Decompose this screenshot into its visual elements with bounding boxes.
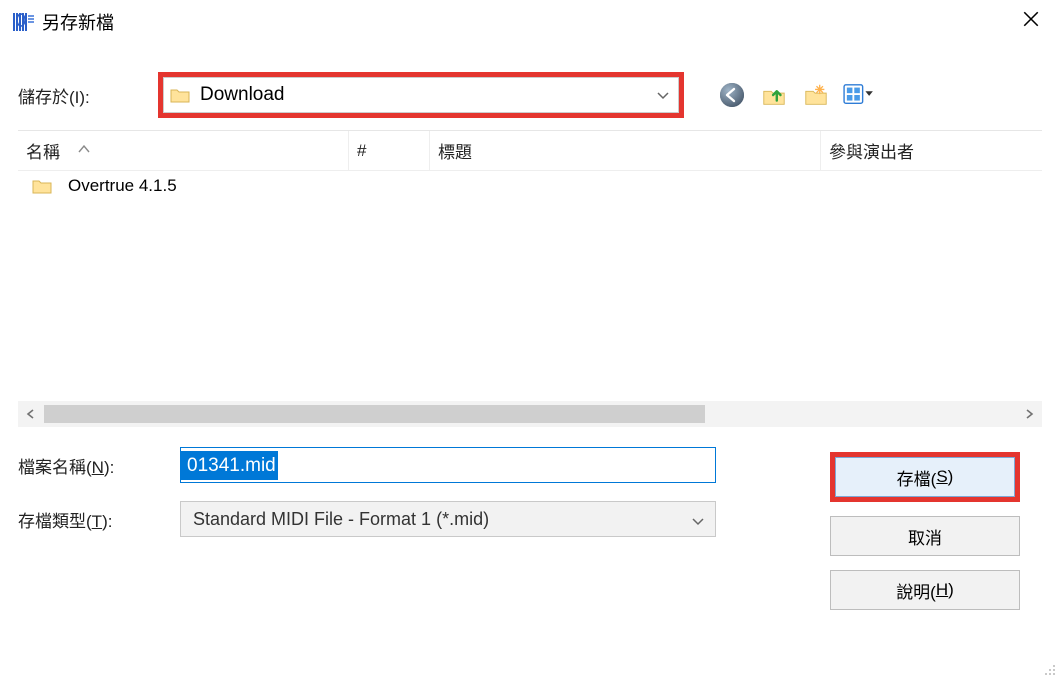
- column-artist[interactable]: 參與演出者: [821, 138, 1042, 163]
- resize-grip-icon[interactable]: [1040, 660, 1056, 676]
- column-number-label: #: [357, 141, 366, 160]
- list-body[interactable]: Overtrue 4.1.5: [18, 171, 1042, 401]
- folder-icon: [32, 178, 52, 194]
- column-name[interactable]: 名稱: [18, 138, 348, 163]
- filename-input[interactable]: 01341.mid: [180, 447, 716, 483]
- save-button-highlight: 存檔(S): [830, 452, 1020, 502]
- up-one-level-button[interactable]: [758, 79, 790, 111]
- filetype-label: 存檔類型(T):: [18, 507, 158, 532]
- folder-name: Download: [200, 84, 656, 106]
- views-button[interactable]: [842, 79, 874, 111]
- column-number[interactable]: #: [349, 141, 429, 161]
- horizontal-scrollbar[interactable]: [18, 401, 1042, 427]
- column-name-label: 名稱: [26, 138, 60, 163]
- list-item[interactable]: Overtrue 4.1.5: [18, 171, 1042, 201]
- nav-toolbar: [716, 79, 874, 111]
- filename-label: 檔案名稱(N):: [18, 453, 158, 478]
- save-as-dialog: 另存新檔 儲存於(I): Download: [0, 0, 1060, 680]
- folder-dropdown[interactable]: Download: [163, 77, 679, 113]
- chevron-down-icon: [691, 512, 705, 526]
- list-header: 名稱 # 標題 參與演出者: [18, 131, 1042, 171]
- save-in-label: 儲存於(I):: [18, 83, 138, 108]
- filename-value: 01341.mid: [181, 451, 278, 480]
- cancel-button[interactable]: 取消: [830, 516, 1020, 556]
- new-folder-button[interactable]: [800, 79, 832, 111]
- help-button[interactable]: 說明(H): [830, 570, 1020, 610]
- chevron-down-icon: [656, 88, 670, 102]
- filetype-dropdown[interactable]: Standard MIDI File - Format 1 (*.mid): [180, 501, 716, 537]
- back-button[interactable]: [716, 79, 748, 111]
- scroll-thumb[interactable]: [44, 405, 705, 423]
- app-icon: [12, 10, 36, 34]
- folder-icon: [170, 87, 190, 103]
- scroll-right-icon[interactable]: [1016, 401, 1042, 427]
- column-title[interactable]: 標題: [430, 138, 820, 163]
- item-name: Overtrue 4.1.5: [68, 176, 177, 196]
- filetype-value: Standard MIDI File - Format 1 (*.mid): [193, 509, 489, 530]
- action-buttons: 存檔(S) 取消 說明(H): [830, 452, 1020, 610]
- save-button[interactable]: 存檔(S): [835, 457, 1015, 497]
- column-artist-label: 參與演出者: [829, 143, 914, 162]
- title-bar: 另存新檔: [0, 0, 1060, 42]
- column-title-label: 標題: [438, 143, 472, 162]
- scroll-left-icon[interactable]: [18, 401, 44, 427]
- sort-asc-icon: [78, 138, 90, 146]
- save-in-row: 儲存於(I): Download: [18, 54, 1042, 118]
- file-list: 名稱 # 標題 參與演出者: [18, 130, 1042, 427]
- folder-dropdown-highlight: Download: [158, 72, 684, 118]
- close-button[interactable]: [1014, 6, 1048, 38]
- dialog-title: 另存新檔: [42, 9, 1014, 35]
- scroll-track[interactable]: [44, 405, 1016, 423]
